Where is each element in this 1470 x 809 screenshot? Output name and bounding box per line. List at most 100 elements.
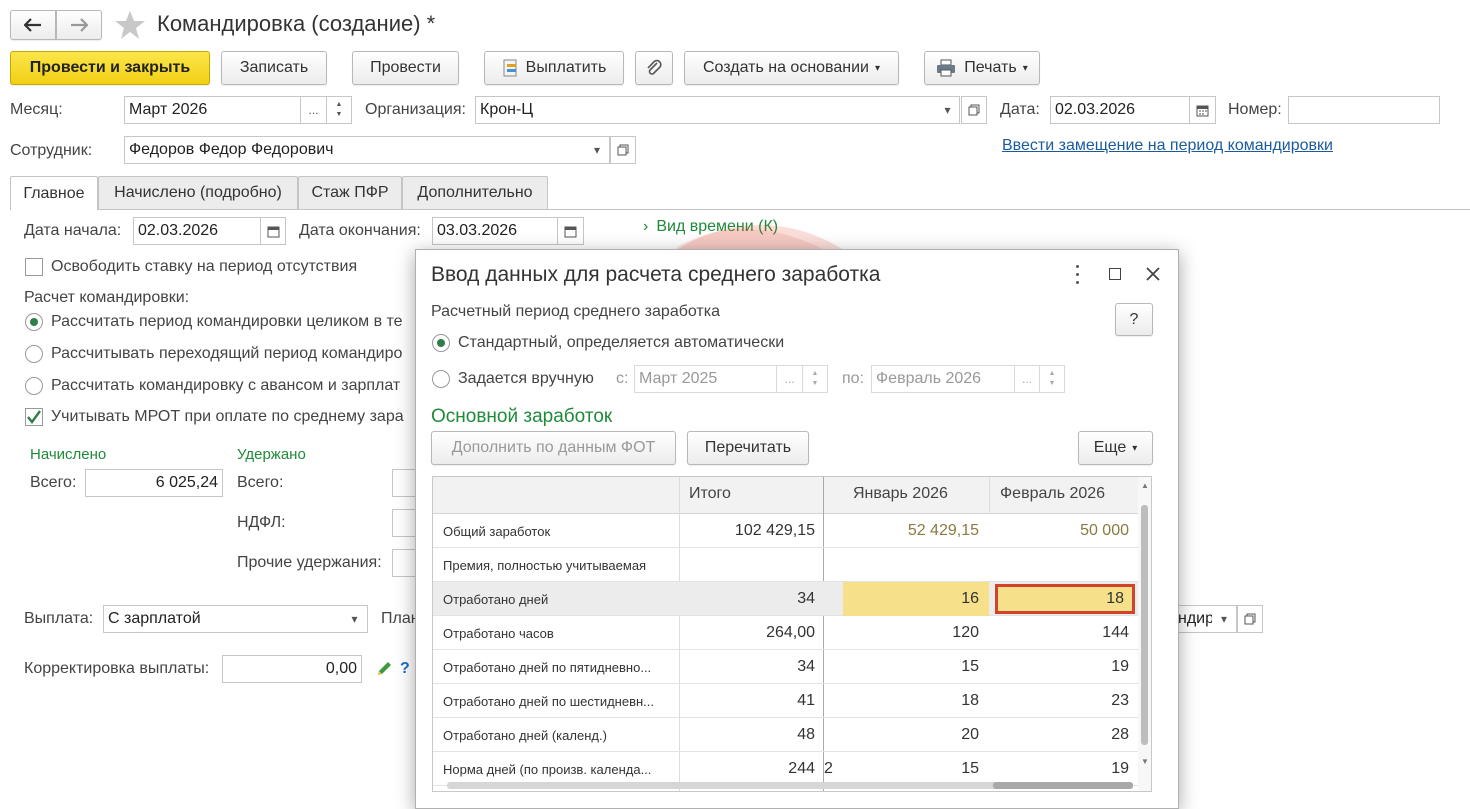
number-field[interactable] bbox=[1288, 96, 1440, 124]
table-row-selected[interactable]: Отработано дней 34 16 18 bbox=[433, 582, 1138, 616]
row-name: Отработано дней по шестидневн... bbox=[443, 693, 655, 709]
calc-option-whole-radio[interactable] bbox=[25, 313, 43, 331]
forward-button[interactable] bbox=[56, 10, 102, 40]
calc-label: Расчет командировки: bbox=[24, 289, 190, 306]
pay-button[interactable]: Выплатить bbox=[484, 51, 624, 85]
more-vertical-icon[interactable] bbox=[1070, 262, 1084, 286]
favorite-star-icon[interactable] bbox=[114, 10, 146, 40]
org-open-button[interactable] bbox=[961, 96, 987, 124]
scrollbar-thumb-active[interactable] bbox=[993, 782, 1133, 789]
period-to-label: по: bbox=[842, 370, 865, 387]
period-standard-radio[interactable] bbox=[432, 334, 450, 352]
horizontal-scrollbar[interactable] bbox=[433, 779, 1138, 791]
correction-field[interactable]: 0,00 bbox=[222, 655, 362, 683]
start-date-field[interactable]: 02.03.2026 bbox=[133, 217, 261, 245]
date-calendar-button[interactable] bbox=[1189, 96, 1216, 124]
row-feb[interactable]: 28 bbox=[989, 718, 1129, 752]
column-header-total[interactable]: Итого bbox=[689, 485, 731, 503]
org-label: Организация: bbox=[365, 101, 466, 118]
more-button[interactable]: Еще ▾ bbox=[1078, 431, 1153, 465]
scroll-down-arrow-icon[interactable]: ▼ bbox=[1141, 757, 1149, 766]
create-based-button[interactable]: Создать на основании ▾ bbox=[684, 51, 899, 85]
month-field[interactable]: Март 2026 bbox=[124, 96, 301, 124]
start-date-calendar-button[interactable] bbox=[260, 217, 286, 245]
period-standard-label: Стандартный, определяется автоматически bbox=[458, 334, 785, 351]
scrollbar-thumb[interactable] bbox=[1141, 505, 1148, 745]
org-dropdown-button[interactable]: ▾ bbox=[936, 96, 960, 124]
row-jan[interactable] bbox=[843, 548, 979, 582]
end-date-calendar-button[interactable] bbox=[557, 217, 584, 245]
row-feb[interactable] bbox=[989, 548, 1129, 582]
attach-button[interactable] bbox=[635, 51, 673, 85]
row-name: Отработано дней (календ.) bbox=[443, 727, 607, 743]
replacement-link[interactable]: Ввести замещение на период командировки bbox=[1002, 137, 1333, 155]
month-spin-button[interactable]: ▲ ▼ bbox=[326, 96, 352, 124]
chevron-right-icon: › bbox=[643, 218, 649, 235]
column-header-feb[interactable]: Февраль 2026 bbox=[1000, 485, 1105, 503]
arrow-right-icon bbox=[71, 18, 88, 32]
tab-pfr-experience[interactable]: Стаж ПФР bbox=[298, 176, 402, 209]
payout-dropdown-button[interactable]: ▾ bbox=[342, 605, 368, 633]
withheld-title: Удержано bbox=[237, 446, 306, 463]
end-date-field[interactable]: 03.03.2026 bbox=[432, 217, 558, 245]
employee-dropdown-button[interactable]: ▾ bbox=[585, 136, 610, 164]
period-label: Расчетный период среднего заработка bbox=[431, 303, 720, 320]
print-button[interactable]: Печать ▾ bbox=[924, 51, 1040, 85]
free-rate-checkbox[interactable] bbox=[25, 258, 43, 276]
row-jan[interactable]: 15 bbox=[843, 650, 979, 684]
table-row[interactable]: Отработано часов 264,00 120 144 bbox=[433, 616, 1138, 650]
table-row[interactable]: Отработано дней по пятидневно... 34 15 1… bbox=[433, 650, 1138, 684]
plan-dropdown-button[interactable]: ▾ bbox=[1212, 605, 1237, 633]
row-feb[interactable]: 19 bbox=[989, 650, 1129, 684]
save-button[interactable]: Записать bbox=[221, 51, 327, 85]
table-row[interactable]: Отработано дней (календ.) 48 20 28 bbox=[433, 718, 1138, 752]
fill-from-fot-button[interactable]: Дополнить по данным ФОТ bbox=[431, 431, 676, 465]
reread-button[interactable]: Перечитать bbox=[687, 431, 809, 465]
calc-option-transitional-radio[interactable] bbox=[25, 345, 43, 363]
plan-open-button[interactable] bbox=[1237, 605, 1263, 633]
row-feb-selected-cell[interactable]: 18 bbox=[995, 584, 1135, 614]
column-header-jan[interactable]: Январь 2026 bbox=[853, 485, 948, 503]
post-button[interactable]: Провести bbox=[352, 51, 459, 85]
row-feb[interactable]: 23 bbox=[989, 684, 1129, 718]
close-icon[interactable] bbox=[1145, 266, 1161, 282]
help-question-icon[interactable]: ? bbox=[400, 660, 410, 678]
maximize-icon[interactable] bbox=[1109, 268, 1121, 280]
payout-field[interactable]: С зарплатой bbox=[103, 605, 343, 633]
mrot-checkbox[interactable] bbox=[25, 408, 43, 426]
row-feb[interactable]: 50 000 bbox=[989, 514, 1129, 548]
table-row[interactable]: Отработано дней по шестидневн... 41 18 2… bbox=[433, 684, 1138, 718]
org-field[interactable]: Крон-Ц bbox=[475, 96, 937, 124]
row-jan[interactable]: 120 bbox=[843, 616, 979, 650]
row-feb[interactable]: 144 bbox=[989, 616, 1129, 650]
date-field[interactable]: 02.03.2026 bbox=[1050, 96, 1190, 124]
row-jan[interactable]: 18 bbox=[843, 684, 979, 718]
chevron-down-icon: ▾ bbox=[874, 62, 881, 74]
table-row[interactable]: Премия, полностью учитываемая bbox=[433, 548, 1138, 582]
row-jan[interactable]: 20 bbox=[843, 718, 979, 752]
period-from-spin-button: ▲ ▼ bbox=[802, 365, 828, 393]
back-button[interactable] bbox=[10, 10, 56, 40]
time-kind-link[interactable]: › Вид времени (К) bbox=[643, 218, 778, 236]
post-and-close-button[interactable]: Провести и закрыть bbox=[10, 51, 210, 85]
scroll-up-arrow-icon[interactable]: ▲ bbox=[1141, 481, 1149, 490]
row-jan[interactable]: 52 429,15 bbox=[843, 514, 979, 548]
dialog-help-button[interactable]: ? bbox=[1115, 303, 1153, 336]
pencil-icon[interactable] bbox=[375, 660, 393, 678]
table-row[interactable]: Общий заработок 102 429,15 52 429,15 50 … bbox=[433, 514, 1138, 548]
tab-additional[interactable]: Дополнительно bbox=[402, 176, 548, 209]
row-stray-digit: 2 bbox=[824, 760, 833, 777]
start-date-label: Дата начала: bbox=[24, 222, 122, 239]
period-manual-label: Задается вручную bbox=[458, 370, 594, 387]
tab-main[interactable]: Главное bbox=[10, 176, 98, 210]
plan-field-tail[interactable]: ндире bbox=[1175, 605, 1213, 633]
vertical-scrollbar[interactable]: ▲ ▼ bbox=[1138, 477, 1151, 791]
plan-label: План bbox=[381, 610, 420, 627]
row-jan[interactable]: 16 bbox=[843, 582, 989, 616]
period-manual-radio[interactable] bbox=[432, 370, 450, 388]
employee-field[interactable]: Федоров Федор Федорович bbox=[124, 136, 586, 164]
tab-accrued-detail[interactable]: Начислено (подробно) bbox=[98, 176, 298, 209]
calc-option-advance-radio[interactable] bbox=[25, 377, 43, 395]
employee-open-button[interactable] bbox=[610, 136, 636, 164]
month-select-button[interactable]: ... bbox=[300, 96, 327, 124]
